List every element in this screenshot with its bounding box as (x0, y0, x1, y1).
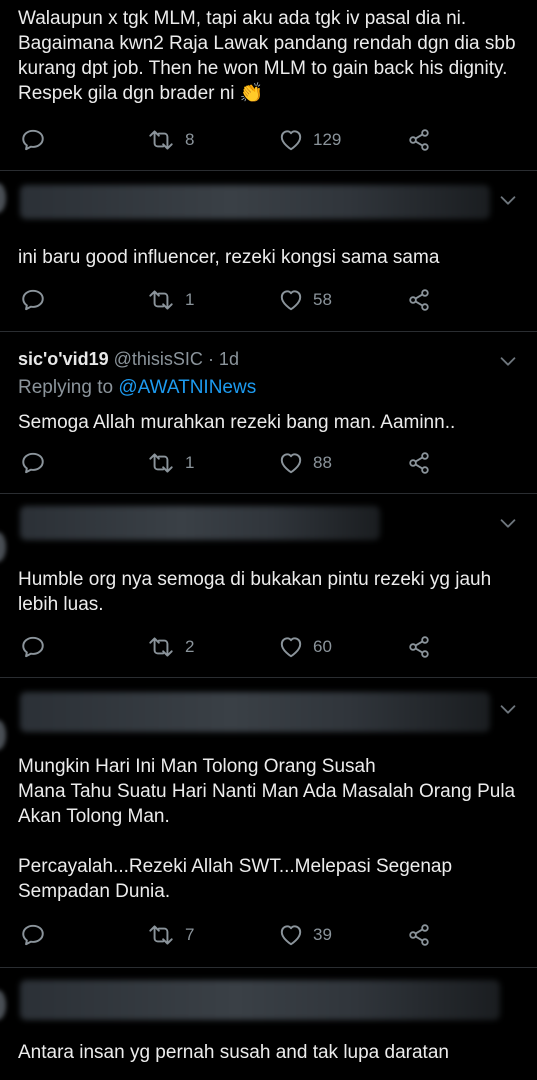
share-button[interactable] (406, 285, 432, 315)
redacted-author-header (20, 980, 500, 1020)
author-line[interactable]: sic'o'vid19 @thisisSIC · 1d (18, 349, 239, 370)
like-button[interactable]: 129 (278, 125, 341, 155)
reply-button[interactable] (20, 920, 46, 950)
tweet-actions: 8 129 (0, 125, 537, 155)
reply-button[interactable] (20, 125, 46, 155)
tweet-card[interactable]: Mungkin Hari Ini Man Tolong Orang Susah … (0, 678, 537, 968)
heart-icon (278, 287, 304, 313)
retweet-count: 2 (185, 637, 195, 656)
tweet-text: Mungkin Hari Ini Man Tolong Orang Susah … (18, 756, 516, 902)
reply-icon (20, 127, 46, 153)
tweet-text: Walaupun x tgk MLM, tapi aku ada tgk iv … (18, 8, 521, 104)
like-count: 60 (313, 637, 332, 656)
retweet-button[interactable]: 1 (146, 448, 194, 478)
share-button[interactable] (406, 632, 432, 662)
retweet-icon (146, 922, 176, 948)
tweet-actions: 7 39 (0, 920, 537, 950)
display-name[interactable]: sic'o'vid19 (18, 349, 109, 369)
heart-icon (278, 634, 304, 660)
like-count: 88 (313, 453, 332, 472)
like-count: 58 (313, 290, 332, 309)
heart-icon (278, 450, 304, 476)
retweet-count: 7 (185, 925, 195, 944)
clapping-hands-emoji: 👏 (239, 83, 264, 104)
share-icon (406, 922, 432, 948)
share-button[interactable] (406, 920, 432, 950)
share-icon (406, 287, 432, 313)
share-icon (406, 450, 432, 476)
reply-button[interactable] (20, 632, 46, 662)
chevron-down-icon[interactable] (497, 698, 519, 720)
tweet-card[interactable]: Walaupun x tgk MLM, tapi aku ada tgk iv … (0, 0, 537, 171)
heart-icon (278, 922, 304, 948)
chevron-down-icon[interactable] (497, 189, 519, 211)
like-button[interactable]: 39 (278, 920, 332, 950)
retweet-count: 1 (185, 290, 195, 309)
reply-icon (20, 287, 46, 313)
like-count: 39 (313, 925, 332, 944)
tweet-text: Semoga Allah murahkan rezeki bang man. A… (18, 412, 456, 433)
retweet-button[interactable]: 7 (146, 920, 194, 950)
retweet-icon (146, 634, 176, 660)
tweet-text: Humble org nya semoga di bukakan pintu r… (18, 569, 497, 615)
like-button[interactable]: 88 (278, 448, 332, 478)
tweet-actions: 1 88 (0, 448, 537, 478)
redacted-author-header (20, 185, 490, 219)
retweet-count: 8 (185, 130, 195, 149)
share-button[interactable] (406, 125, 432, 155)
tweet-actions: 2 60 (0, 632, 537, 662)
avatar (0, 532, 6, 562)
reply-icon (20, 922, 46, 948)
avatar (0, 720, 6, 750)
avatar (0, 183, 6, 213)
reply-icon (20, 634, 46, 660)
retweet-button[interactable]: 2 (146, 632, 194, 662)
retweet-count: 1 (185, 453, 195, 472)
tweet-text: Antara insan yg pernah susah and tak lup… (18, 1042, 449, 1063)
redacted-author-header (20, 692, 490, 732)
retweet-button[interactable]: 8 (146, 125, 194, 155)
tweet-text: ini baru good influencer, rezeki kongsi … (18, 247, 440, 268)
like-button[interactable]: 58 (278, 285, 332, 315)
avatar (0, 990, 6, 1020)
share-icon (406, 634, 432, 660)
replying-to: Replying to @AWATNINews (18, 377, 256, 399)
tweet-card[interactable]: Antara insan yg pernah susah and tak lup… (0, 968, 537, 1080)
share-icon (406, 127, 432, 153)
timestamp: · 1d (207, 349, 239, 369)
retweet-icon (146, 127, 176, 153)
like-count: 129 (313, 130, 342, 149)
handle[interactable]: @thisisSIC (114, 349, 203, 369)
like-button[interactable]: 60 (278, 632, 332, 662)
retweet-button[interactable]: 1 (146, 285, 194, 315)
reply-button[interactable] (20, 285, 46, 315)
share-button[interactable] (406, 448, 432, 478)
retweet-icon (146, 450, 176, 476)
tweet-card[interactable]: ini baru good influencer, rezeki kongsi … (0, 171, 537, 332)
mention-link[interactable]: @AWATNINews (118, 377, 256, 398)
redacted-author-header (20, 506, 380, 540)
reply-button[interactable] (20, 448, 46, 478)
heart-icon (278, 127, 304, 153)
chevron-down-icon[interactable] (497, 512, 519, 534)
tweet-actions: 1 58 (0, 285, 537, 315)
retweet-icon (146, 287, 176, 313)
chevron-down-icon[interactable] (497, 350, 519, 372)
replying-prefix: Replying to (18, 377, 119, 398)
tweet-card[interactable]: Humble org nya semoga di bukakan pintu r… (0, 494, 537, 678)
reply-icon (20, 450, 46, 476)
